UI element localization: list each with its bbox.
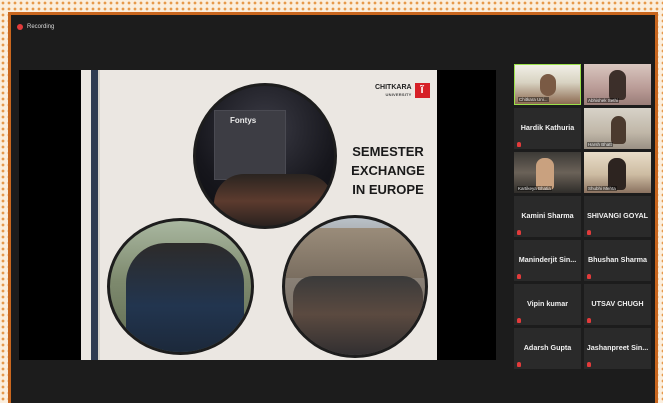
participant-tile[interactable]: Maninderjit Sin... xyxy=(514,240,581,281)
participant-name: SHIVANGI GOYAL xyxy=(586,211,649,220)
shared-screen: Fontys CHITKARA UNIVERSITY ĩ SEMESTER EX… xyxy=(19,70,496,360)
participant-name: Jashanpreet Sin... xyxy=(586,343,649,352)
participant-name: Kartikeya Bhatia xyxy=(517,186,552,191)
participant-name: Shubhi Mehta xyxy=(587,186,617,191)
slide-title: SEMESTER EXCHANGE IN EUROPE xyxy=(351,144,425,197)
muted-mic-icon xyxy=(587,274,591,279)
participant-name: UTSAV CHUGH xyxy=(591,299,644,308)
participant-name: Maninderjit Sin... xyxy=(518,255,577,264)
muted-mic-icon xyxy=(517,362,521,367)
muted-mic-icon xyxy=(587,318,591,323)
participant-tile[interactable]: Kartikeya Bhatia xyxy=(514,152,581,193)
logo-name: CHITKARA xyxy=(375,83,412,91)
participant-tile[interactable]: Abhishek Sethi xyxy=(584,64,651,105)
participant-name: Kamini Sharma xyxy=(521,211,574,220)
meeting-window: Recording Fontys CHITKARA UNIVERSITY ĩ S… xyxy=(8,12,658,403)
participant-name: Chitkara Uni... xyxy=(518,97,549,102)
participant-tile[interactable]: UTSAV CHUGH xyxy=(584,284,651,325)
group-people xyxy=(214,174,334,226)
participant-name: Bhushan Sharma xyxy=(587,255,648,264)
participant-tile[interactable]: Vipin kumar xyxy=(514,284,581,325)
participant-tile[interactable]: Bhushan Sharma xyxy=(584,240,651,281)
participant-tile[interactable]: Chitkara Uni... xyxy=(514,64,581,105)
participant-name: Abhishek Sethi xyxy=(587,98,620,103)
participant-tile[interactable]: Hardik Kathuria xyxy=(514,108,581,149)
group-people xyxy=(293,276,423,355)
participant-avatar xyxy=(540,74,556,96)
participant-tile[interactable]: SHIVANGI GOYAL xyxy=(584,196,651,237)
university-logo: CHITKARA UNIVERSITY ĩ xyxy=(375,83,430,98)
record-icon xyxy=(17,24,23,30)
participant-avatar xyxy=(609,70,626,100)
participant-name: Vipin kumar xyxy=(526,299,568,308)
participant-name: Adarsh Gupta xyxy=(523,343,572,352)
participant-tile[interactable]: Kamini Sharma xyxy=(514,196,581,237)
logo-text: CHITKARA UNIVERSITY xyxy=(375,84,412,98)
logo-subtitle: UNIVERSITY xyxy=(385,91,412,97)
logo-mark-icon: ĩ xyxy=(414,83,430,98)
muted-mic-icon xyxy=(587,230,591,235)
muted-mic-icon xyxy=(517,318,521,323)
group-people xyxy=(126,243,244,352)
muted-mic-icon xyxy=(587,362,591,367)
participant-avatar xyxy=(611,116,626,144)
group-photo-ruins xyxy=(282,215,428,358)
slide-accent-bar xyxy=(91,70,98,360)
recording-label: Recording xyxy=(27,24,55,30)
slide-accent-line xyxy=(98,70,100,360)
building-sign: Fontys xyxy=(230,116,257,125)
participant-tile[interactable]: Jashanpreet Sin... xyxy=(584,328,651,369)
participant-tile[interactable]: Adarsh Gupta xyxy=(514,328,581,369)
muted-mic-icon xyxy=(517,274,521,279)
group-photo-night: Fontys xyxy=(193,83,337,229)
presentation-slide: Fontys CHITKARA UNIVERSITY ĩ SEMESTER EX… xyxy=(81,70,437,360)
group-photo-park xyxy=(107,218,254,355)
participant-tile[interactable]: Harsh Bhatt xyxy=(584,108,651,149)
recording-indicator[interactable]: Recording xyxy=(17,21,54,33)
ruins-background xyxy=(285,228,425,278)
participant-tile[interactable]: Shubhi Mehta xyxy=(584,152,651,193)
muted-mic-icon xyxy=(517,142,521,147)
muted-mic-icon xyxy=(517,230,521,235)
participant-name: Harsh Bhatt xyxy=(587,142,613,147)
participant-name: Hardik Kathuria xyxy=(520,123,575,132)
